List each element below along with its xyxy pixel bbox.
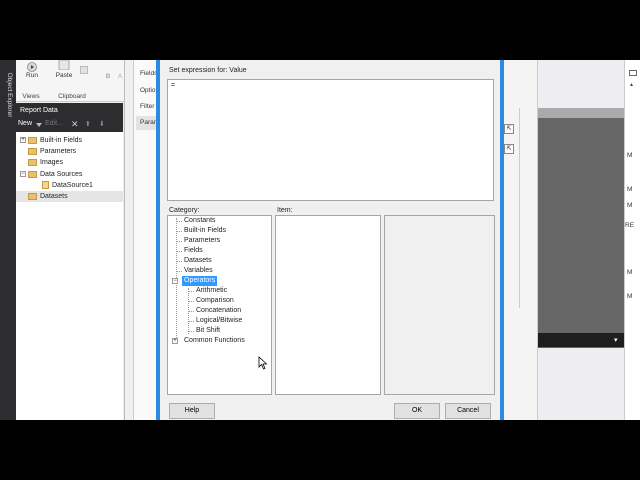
- category-built-in-fields[interactable]: Built-in Fields: [184, 226, 226, 236]
- tree-item-label: Datasets: [40, 193, 68, 200]
- folder-icon: [28, 192, 37, 200]
- report-data-tree: + Built-in Fields Parameters Images − Data…: [16, 132, 123, 420]
- new-button[interactable]: New: [18, 120, 36, 130]
- tab-fields[interactable]: Fields: [140, 70, 157, 77]
- delete-icon[interactable]: ✕: [71, 120, 79, 129]
- expression-text: =: [171, 82, 176, 89]
- clipboard-group-label: Clipboard: [58, 93, 86, 100]
- category-operators[interactable]: Operators: [182, 276, 218, 286]
- mouse-cursor-icon: [258, 356, 268, 370]
- datasource-icon: [42, 181, 49, 190]
- edge-letter: M: [627, 186, 633, 193]
- folder-icon: [28, 147, 37, 155]
- tree-item-data-sources[interactable]: − Data Sources: [20, 169, 82, 180]
- category-bit-shift[interactable]: Bit Shift: [196, 326, 220, 336]
- tree-item-label: DataSource1: [52, 182, 93, 189]
- category-logical-bitwise[interactable]: Logical/Bitwise: [196, 316, 242, 326]
- dataset-properties-dialog: Fields Optio Filter Param: [124, 60, 162, 420]
- item-list[interactable]: [275, 215, 381, 395]
- category-constants[interactable]: Constants: [184, 216, 216, 226]
- collapse-icon[interactable]: −: [20, 171, 26, 178]
- chevron-up-icon[interactable]: ▴: [630, 82, 636, 88]
- tree-item-label: Data Sources: [40, 171, 83, 178]
- report-designer: ⇱ ⇱ ▾ ▴ M M M RE M M: [500, 60, 640, 420]
- expression-dialog: Set expression for: Value = Category: It…: [156, 60, 504, 420]
- tree-item-datasource1[interactable]: DataSource1: [42, 180, 93, 191]
- category-variables[interactable]: Variables: [184, 266, 213, 276]
- tree-item-parameters[interactable]: Parameters: [28, 146, 76, 157]
- ribbon: Run Paste B A Views Clipboard: [16, 60, 124, 102]
- edge-letter: M: [627, 152, 633, 159]
- category-datasets[interactable]: Datasets: [184, 256, 212, 266]
- collapse-icon[interactable]: −: [172, 277, 181, 287]
- category-concatenation[interactable]: Concatenation: [196, 306, 241, 316]
- report-data-title: Report Data: [20, 107, 58, 114]
- edge-letter: RE: [625, 222, 635, 229]
- category-comparison[interactable]: Comparison: [196, 296, 234, 306]
- tree-item-label: Images: [40, 159, 63, 166]
- category-common-functions[interactable]: Common Functions: [184, 336, 245, 346]
- report-data-toolbar: New Edit... ✕ ⬆ ⬇: [16, 118, 123, 132]
- expand-icon[interactable]: +: [172, 337, 181, 347]
- design-ruler: [538, 108, 624, 118]
- expression-fx-icon[interactable]: ⇱: [504, 144, 514, 154]
- tab-filters[interactable]: Filter: [140, 103, 154, 110]
- expand-icon[interactable]: +: [20, 137, 26, 144]
- cancel-button[interactable]: Cancel: [445, 403, 491, 419]
- tree-item-built-in-fields[interactable]: + Built-in Fields: [20, 135, 82, 146]
- help-button[interactable]: Help: [169, 403, 215, 419]
- folder-icon: [28, 170, 37, 178]
- expression-fx-icon[interactable]: ⇱: [504, 124, 514, 134]
- edge-letter: M: [627, 202, 633, 209]
- cut-icon[interactable]: [80, 66, 88, 74]
- folder-icon: [28, 158, 37, 166]
- category-fields[interactable]: Fields: [184, 246, 203, 256]
- item-label: Item:: [277, 207, 293, 214]
- properties-pane-edge: ▴ M M M RE M M: [624, 60, 640, 420]
- application-window: Object Explorer Run Paste B A Views Clip…: [0, 60, 640, 420]
- paste-icon: [56, 60, 72, 71]
- expression-editor[interactable]: =: [167, 79, 494, 201]
- object-explorer-label: Object Explorer: [6, 72, 13, 118]
- report-data-header: Report Data: [16, 103, 123, 118]
- tree-item-label: Parameters: [40, 148, 77, 155]
- grouping-bar: ▾: [538, 333, 624, 347]
- design-surface: [538, 108, 624, 348]
- edit-button[interactable]: Edit...: [45, 120, 67, 130]
- properties-dialog-right-part: ⇱ ⇱: [500, 60, 538, 420]
- chevron-down-icon[interactable]: ▾: [614, 336, 622, 344]
- category-parameters[interactable]: Parameters: [184, 236, 220, 246]
- move-down-icon[interactable]: ⬇: [99, 120, 107, 129]
- expression-dialog-body: Set expression for: Value = Category: It…: [160, 60, 500, 420]
- category-label: Category:: [169, 207, 200, 214]
- font-color-button[interactable]: A: [116, 73, 124, 81]
- tree-item-images[interactable]: Images: [28, 157, 63, 168]
- category-tree[interactable]: Constants Built-in Fields Parameters Fie…: [167, 215, 272, 395]
- tree-item-label: Built-in Fields: [40, 137, 83, 144]
- bold-button[interactable]: B: [104, 73, 112, 81]
- move-up-icon[interactable]: ⬆: [85, 120, 93, 129]
- run-button[interactable]: Run: [20, 72, 44, 81]
- edge-letter: M: [627, 293, 633, 300]
- new-dropdown-icon[interactable]: [36, 122, 42, 128]
- minimize-icon[interactable]: [629, 70, 637, 76]
- paste-button[interactable]: Paste: [50, 72, 78, 81]
- category-arithmetic[interactable]: Arithmetic: [196, 286, 227, 296]
- description-pane: [384, 215, 495, 395]
- tab-options[interactable]: Optio: [140, 87, 156, 94]
- set-expression-label: Set expression for: Value: [169, 67, 247, 74]
- run-icon: [25, 62, 39, 72]
- tree-item-datasets[interactable]: Datasets: [16, 191, 123, 202]
- ok-button[interactable]: OK: [394, 403, 440, 419]
- folder-icon: [28, 136, 37, 144]
- edge-letter: M: [627, 269, 633, 276]
- object-explorer-strip[interactable]: Object Explorer: [0, 60, 16, 420]
- views-group-label: Views: [22, 93, 40, 100]
